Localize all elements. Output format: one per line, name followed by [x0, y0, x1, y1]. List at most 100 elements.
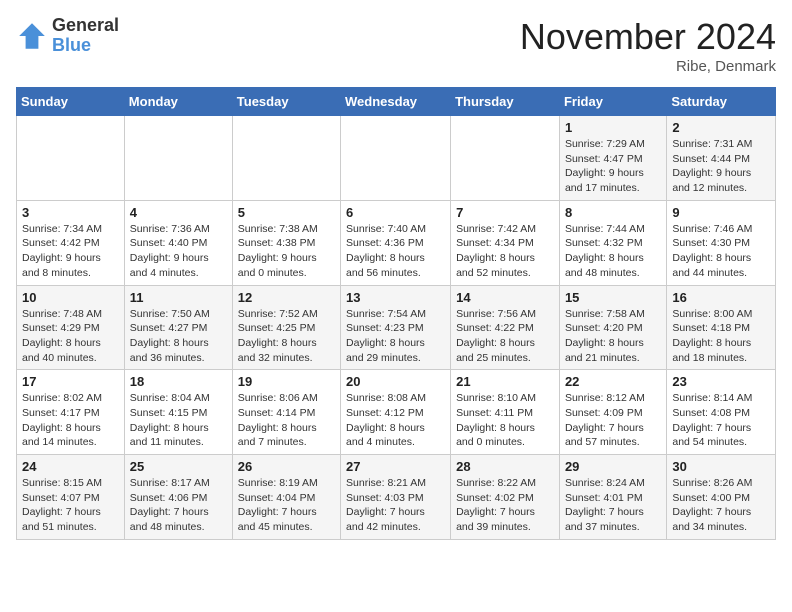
day-cell: 2 Sunrise: 7:31 AM Sunset: 4:44 PM Daylig… [667, 116, 776, 201]
day-cell: 3 Sunrise: 7:34 AM Sunset: 4:42 PM Daylig… [17, 200, 125, 285]
day-number: 19 [238, 374, 335, 389]
day-info: Sunrise: 8:00 AM Sunset: 4:18 PM Dayligh… [672, 307, 770, 366]
header-cell-wednesday: Wednesday [341, 88, 451, 116]
header-cell-thursday: Thursday [451, 88, 560, 116]
day-info: Sunrise: 7:46 AM Sunset: 4:30 PM Dayligh… [672, 222, 770, 281]
day-cell: 22 Sunrise: 8:12 AM Sunset: 4:09 PM Dayli… [559, 370, 666, 455]
week-row-3: 17 Sunrise: 8:02 AM Sunset: 4:17 PM Dayli… [17, 370, 776, 455]
day-info: Sunrise: 8:02 AM Sunset: 4:17 PM Dayligh… [22, 391, 119, 450]
day-cell: 10 Sunrise: 7:48 AM Sunset: 4:29 PM Dayli… [17, 285, 125, 370]
day-cell: 28 Sunrise: 8:22 AM Sunset: 4:02 PM Dayli… [451, 455, 560, 540]
logo-text: General Blue [52, 16, 119, 56]
title-area: November 2024 Ribe, Denmark [520, 16, 776, 75]
day-cell: 21Sunrise: 8:10 AM Sunset: 4:11 PM Dayli… [451, 370, 560, 455]
day-info: Sunrise: 8:26 AM Sunset: 4:00 PM Dayligh… [672, 476, 770, 535]
day-info: Sunrise: 8:08 AM Sunset: 4:12 PM Dayligh… [346, 391, 445, 450]
logo-general-text: General [52, 16, 119, 36]
day-number: 2 [672, 120, 770, 135]
day-number: 3 [22, 205, 119, 220]
header-cell-tuesday: Tuesday [232, 88, 340, 116]
day-cell: 30Sunrise: 8:26 AM Sunset: 4:00 PM Dayli… [667, 455, 776, 540]
calendar-header: SundayMondayTuesdayWednesdayThursdayFrid… [17, 88, 776, 116]
day-cell: 29 Sunrise: 8:24 AM Sunset: 4:01 PM Dayli… [559, 455, 666, 540]
day-cell: 15 Sunrise: 7:58 AM Sunset: 4:20 PM Dayli… [559, 285, 666, 370]
logo: General Blue [16, 16, 119, 56]
day-number: 16 [672, 290, 770, 305]
day-number: 23 [672, 374, 770, 389]
day-number: 1 [565, 120, 661, 135]
day-cell: 16 Sunrise: 8:00 AM Sunset: 4:18 PM Dayli… [667, 285, 776, 370]
day-cell: 8 Sunrise: 7:44 AM Sunset: 4:32 PM Daylig… [559, 200, 666, 285]
month-title: November 2024 [520, 16, 776, 58]
day-cell: 19 Sunrise: 8:06 AM Sunset: 4:14 PM Dayli… [232, 370, 340, 455]
week-row-4: 24 Sunrise: 8:15 AM Sunset: 4:07 PM Dayli… [17, 455, 776, 540]
day-info: Sunrise: 7:31 AM Sunset: 4:44 PM Dayligh… [672, 137, 770, 196]
week-row-2: 10 Sunrise: 7:48 AM Sunset: 4:29 PM Dayli… [17, 285, 776, 370]
day-info: Sunrise: 7:29 AM Sunset: 4:47 PM Dayligh… [565, 137, 661, 196]
day-info: Sunrise: 7:58 AM Sunset: 4:20 PM Dayligh… [565, 307, 661, 366]
day-info: Sunrise: 8:22 AM Sunset: 4:02 PM Dayligh… [456, 476, 554, 535]
header-cell-sunday: Sunday [17, 88, 125, 116]
day-number: 13 [346, 290, 445, 305]
day-info: Sunrise: 8:17 AM Sunset: 4:06 PM Dayligh… [130, 476, 227, 535]
day-cell: 25 Sunrise: 8:17 AM Sunset: 4:06 PM Dayli… [124, 455, 232, 540]
day-number: 12 [238, 290, 335, 305]
day-number: 10 [22, 290, 119, 305]
day-info: Sunrise: 7:34 AM Sunset: 4:42 PM Dayligh… [22, 222, 119, 281]
day-info: Sunrise: 8:14 AM Sunset: 4:08 PM Dayligh… [672, 391, 770, 450]
calendar-body: 1 Sunrise: 7:29 AM Sunset: 4:47 PM Daylig… [17, 116, 776, 540]
header-row: SundayMondayTuesdayWednesdayThursdayFrid… [17, 88, 776, 116]
day-number: 15 [565, 290, 661, 305]
day-number: 25 [130, 459, 227, 474]
header: General Blue November 2024 Ribe, Denmark [16, 16, 776, 75]
header-cell-saturday: Saturday [667, 88, 776, 116]
day-info: Sunrise: 7:52 AM Sunset: 4:25 PM Dayligh… [238, 307, 335, 366]
day-info: Sunrise: 8:24 AM Sunset: 4:01 PM Dayligh… [565, 476, 661, 535]
day-info: Sunrise: 7:38 AM Sunset: 4:38 PM Dayligh… [238, 222, 335, 281]
day-info: Sunrise: 7:50 AM Sunset: 4:27 PM Dayligh… [130, 307, 227, 366]
day-number: 22 [565, 374, 661, 389]
day-info: Sunrise: 7:36 AM Sunset: 4:40 PM Dayligh… [130, 222, 227, 281]
day-info: Sunrise: 8:15 AM Sunset: 4:07 PM Dayligh… [22, 476, 119, 535]
day-number: 5 [238, 205, 335, 220]
day-cell: 9Sunrise: 7:46 AM Sunset: 4:30 PM Daylig… [667, 200, 776, 285]
day-number: 28 [456, 459, 554, 474]
week-row-0: 1 Sunrise: 7:29 AM Sunset: 4:47 PM Daylig… [17, 116, 776, 201]
location: Ribe, Denmark [520, 58, 776, 75]
logo-blue-text: Blue [52, 36, 119, 56]
day-number: 11 [130, 290, 227, 305]
day-info: Sunrise: 8:04 AM Sunset: 4:15 PM Dayligh… [130, 391, 227, 450]
day-number: 17 [22, 374, 119, 389]
day-number: 4 [130, 205, 227, 220]
day-info: Sunrise: 8:21 AM Sunset: 4:03 PM Dayligh… [346, 476, 445, 535]
day-number: 21 [456, 374, 554, 389]
day-number: 24 [22, 459, 119, 474]
day-cell: 17 Sunrise: 8:02 AM Sunset: 4:17 PM Dayli… [17, 370, 125, 455]
day-number: 26 [238, 459, 335, 474]
day-number: 20 [346, 374, 445, 389]
day-info: Sunrise: 7:44 AM Sunset: 4:32 PM Dayligh… [565, 222, 661, 281]
day-info: Sunrise: 8:19 AM Sunset: 4:04 PM Dayligh… [238, 476, 335, 535]
day-info: Sunrise: 8:12 AM Sunset: 4:09 PM Dayligh… [565, 391, 661, 450]
day-cell [232, 116, 340, 201]
day-cell: 14 Sunrise: 7:56 AM Sunset: 4:22 PM Dayli… [451, 285, 560, 370]
day-number: 8 [565, 205, 661, 220]
day-number: 29 [565, 459, 661, 474]
header-cell-monday: Monday [124, 88, 232, 116]
day-info: Sunrise: 8:06 AM Sunset: 4:14 PM Dayligh… [238, 391, 335, 450]
day-info: Sunrise: 7:56 AM Sunset: 4:22 PM Dayligh… [456, 307, 554, 366]
day-cell [17, 116, 125, 201]
calendar-table: SundayMondayTuesdayWednesdayThursdayFrid… [16, 87, 776, 540]
day-info: Sunrise: 7:42 AM Sunset: 4:34 PM Dayligh… [456, 222, 554, 281]
day-number: 27 [346, 459, 445, 474]
day-cell: 12 Sunrise: 7:52 AM Sunset: 4:25 PM Dayli… [232, 285, 340, 370]
day-cell: 13Sunrise: 7:54 AM Sunset: 4:23 PM Dayli… [341, 285, 451, 370]
week-row-1: 3 Sunrise: 7:34 AM Sunset: 4:42 PM Daylig… [17, 200, 776, 285]
day-info: Sunrise: 7:48 AM Sunset: 4:29 PM Dayligh… [22, 307, 119, 366]
day-cell: 7Sunrise: 7:42 AM Sunset: 4:34 PM Daylig… [451, 200, 560, 285]
day-cell: 5 Sunrise: 7:38 AM Sunset: 4:38 PM Daylig… [232, 200, 340, 285]
day-cell: 11 Sunrise: 7:50 AM Sunset: 4:27 PM Dayli… [124, 285, 232, 370]
day-cell: 23 Sunrise: 8:14 AM Sunset: 4:08 PM Dayli… [667, 370, 776, 455]
day-number: 14 [456, 290, 554, 305]
header-cell-friday: Friday [559, 88, 666, 116]
